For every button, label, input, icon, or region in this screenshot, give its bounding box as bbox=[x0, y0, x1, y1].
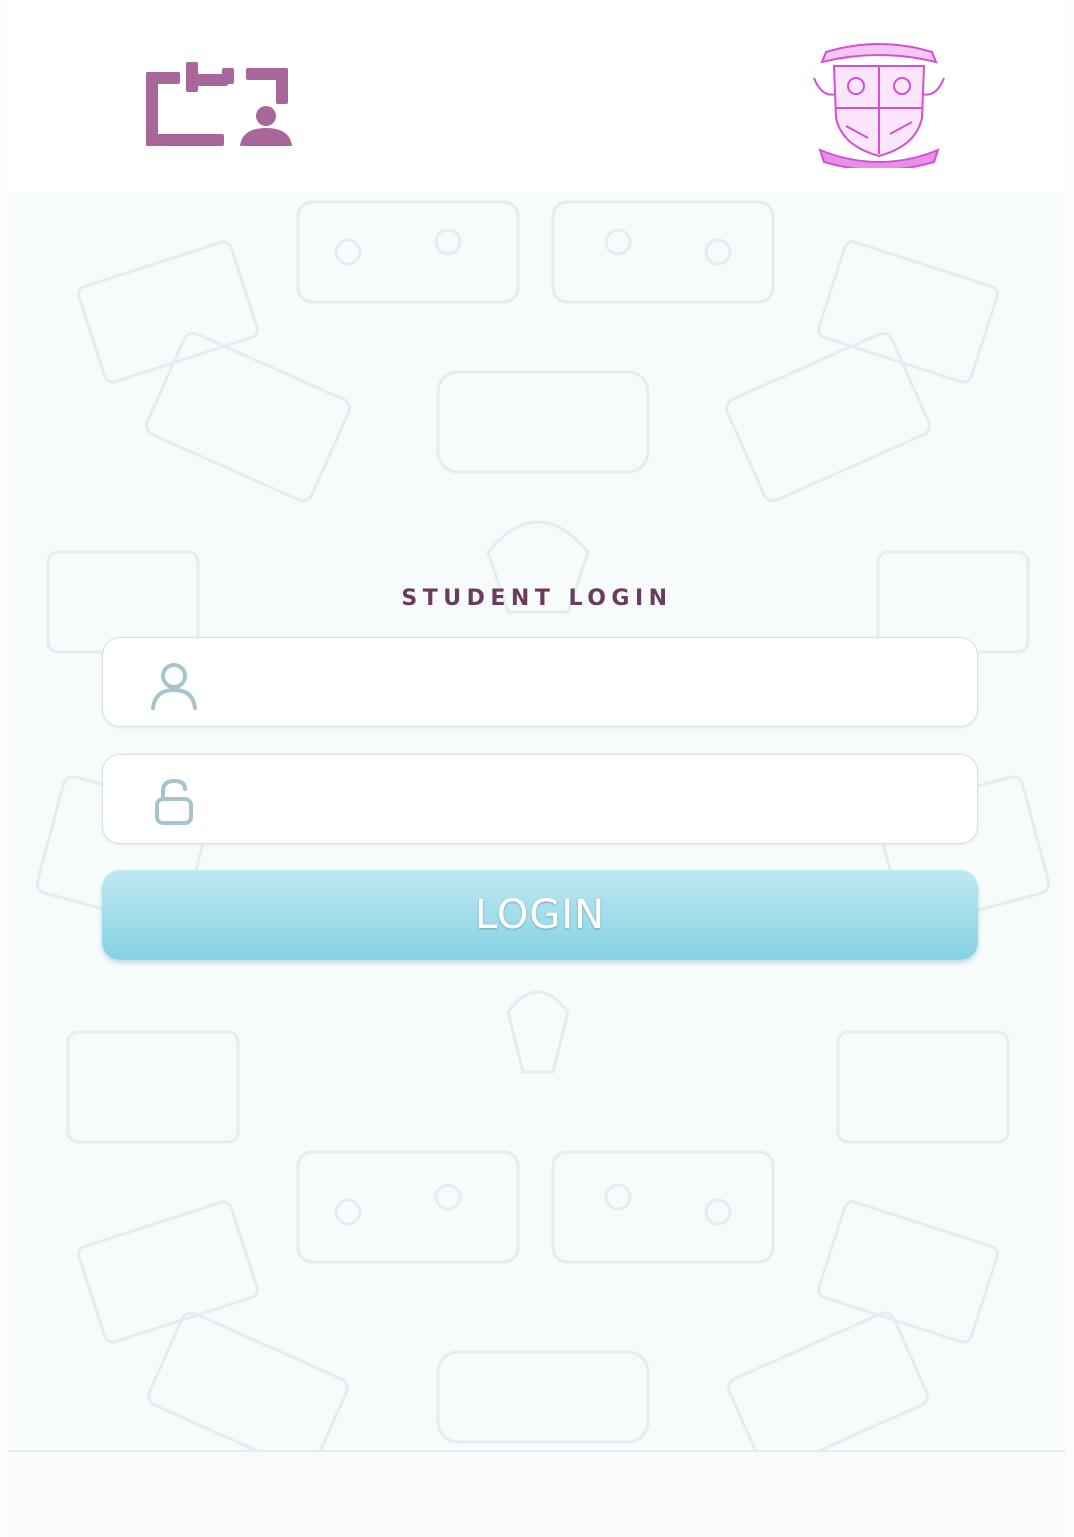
user-icon bbox=[151, 663, 197, 710]
footer-bar bbox=[8, 1450, 1066, 1537]
username-field[interactable] bbox=[102, 637, 978, 727]
login-button-label: LOGIN bbox=[474, 892, 606, 938]
password-field[interactable] bbox=[102, 754, 978, 844]
attendance-board-icon bbox=[146, 62, 292, 146]
college-crest-icon bbox=[813, 43, 945, 168]
password-input[interactable] bbox=[233, 775, 937, 827]
login-button[interactable]: LOGIN bbox=[102, 870, 978, 960]
username-input[interactable] bbox=[233, 658, 937, 710]
app-header bbox=[8, 0, 1066, 193]
lock-icon bbox=[155, 778, 193, 825]
page-title: STUDENT LOGIN bbox=[401, 586, 673, 611]
